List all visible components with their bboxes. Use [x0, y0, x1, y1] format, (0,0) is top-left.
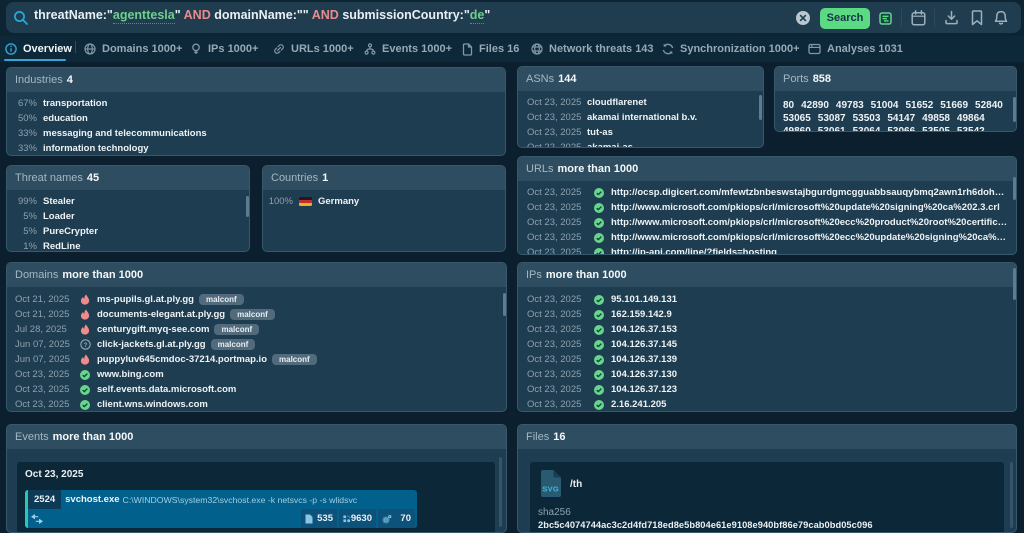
svg-text:?: ? — [83, 342, 87, 349]
svg-text:SVG: SVG — [542, 485, 559, 494]
